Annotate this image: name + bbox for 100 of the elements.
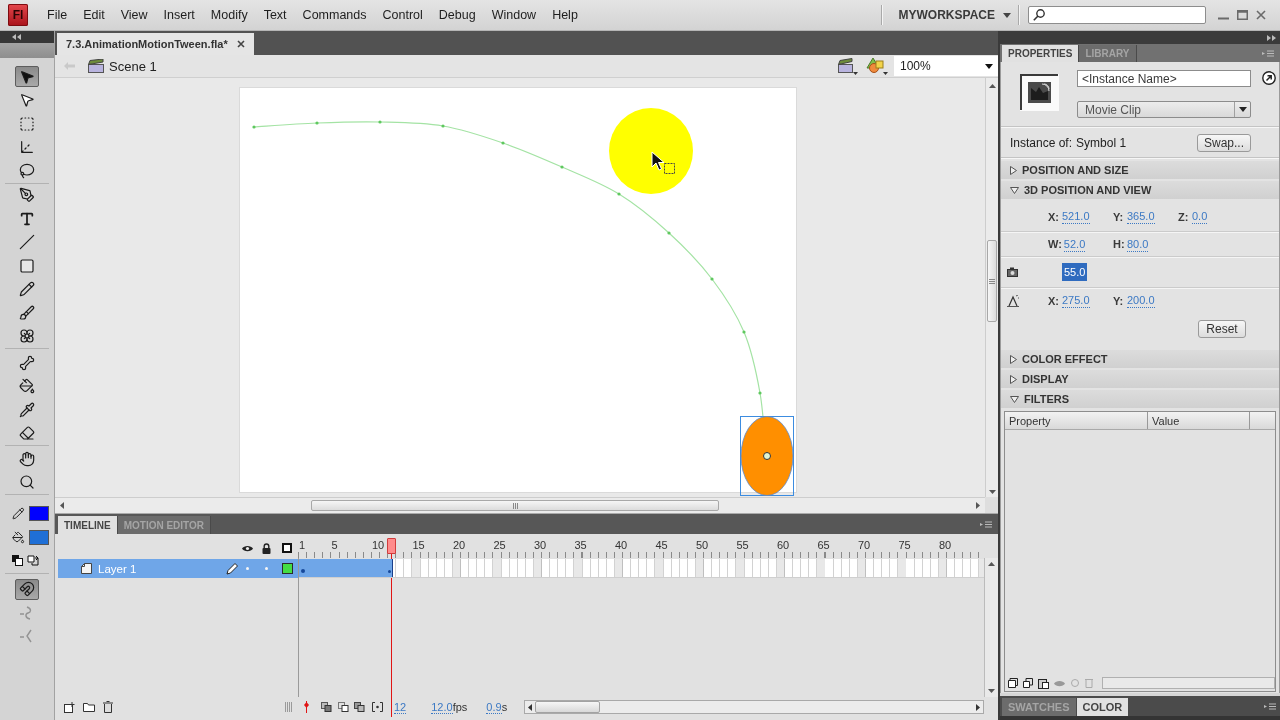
number-field[interactable]: 200.0 xyxy=(1127,293,1155,308)
cursor-icon xyxy=(651,151,677,175)
current-frame[interactable]: 12 xyxy=(394,700,407,714)
pages-icon[interactable] xyxy=(1023,678,1033,688)
triangle-left-icon xyxy=(60,502,64,509)
number-field[interactable]: 55.0 xyxy=(1062,263,1088,281)
panel-tab[interactable]: PROPERTIES xyxy=(1002,45,1080,62)
number-field[interactable]: 275.0 xyxy=(1062,293,1090,308)
column-header[interactable]: Property xyxy=(1005,412,1148,429)
tween-span[interactable] xyxy=(299,559,393,577)
clipboard-icon[interactable] xyxy=(1038,677,1049,689)
camera-icon xyxy=(1007,266,1018,278)
search-field[interactable] xyxy=(1028,6,1206,24)
number-field[interactable]: 0.0 xyxy=(1192,209,1208,224)
menu-item[interactable]: Text xyxy=(255,0,295,30)
menu-item[interactable]: Modify xyxy=(202,0,256,30)
frame-number: 65 xyxy=(817,539,830,551)
overlapping-squares-icon[interactable] xyxy=(12,555,23,567)
swap-icon[interactable] xyxy=(27,555,39,567)
number-field[interactable]: 80.0 xyxy=(1127,236,1149,252)
scrollbar-thumb[interactable] xyxy=(987,240,997,322)
horizontal-scrollbar[interactable] xyxy=(524,700,984,714)
coordinate-label: Z: xyxy=(1178,210,1190,223)
menu-item[interactable]: Insert xyxy=(155,0,203,30)
horizontal-scrollbar[interactable] xyxy=(1102,677,1275,689)
clapperboard-icon[interactable] xyxy=(838,57,858,75)
paint-bucket-icon xyxy=(12,530,25,544)
magnet-icon xyxy=(19,581,35,598)
picture-icon xyxy=(1020,74,1059,111)
shapes-icon[interactable] xyxy=(866,57,888,75)
panel-tab[interactable]: TIMELINE xyxy=(58,516,118,534)
workspace-switcher[interactable]: MYWORKSPACE xyxy=(882,0,1018,30)
dot-icon[interactable] xyxy=(246,567,249,570)
elapsed-time[interactable]: 0.9 xyxy=(486,700,502,714)
vertical-scrollbar[interactable] xyxy=(985,78,998,497)
stroke-color-swatch[interactable] xyxy=(28,506,49,522)
menu-item[interactable]: Commands xyxy=(294,0,375,30)
close-icon[interactable] xyxy=(1256,10,1266,20)
coordinate-label: Y: xyxy=(1113,294,1125,307)
pages-icon[interactable] xyxy=(1008,678,1018,688)
snap-option-button[interactable] xyxy=(15,578,39,600)
arrow-circle-icon[interactable] xyxy=(1262,71,1276,85)
menu-item[interactable]: File xyxy=(39,0,76,30)
lock-icon[interactable] xyxy=(262,542,271,554)
frame-number: 45 xyxy=(655,539,668,551)
document-tab[interactable]: 7.3.AnimationMotionTween.fla* xyxy=(57,33,254,55)
menu-item[interactable]: Edit xyxy=(75,0,113,30)
menu-item[interactable]: View xyxy=(112,0,156,30)
scrollbar-thumb[interactable] xyxy=(311,500,719,511)
playhead[interactable] xyxy=(386,538,396,554)
brush-icon xyxy=(19,304,35,321)
menu-item[interactable]: Window xyxy=(483,0,545,30)
symbol-type-dropdown[interactable]: Movie Clip xyxy=(1077,101,1251,118)
folder-icon[interactable] xyxy=(83,702,95,712)
overlapping-squares-icon[interactable] xyxy=(321,702,332,712)
scene-name: Scene 1 xyxy=(109,58,157,74)
section-header[interactable]: FILTERS xyxy=(1001,390,1279,408)
panel-tab[interactable]: COLOR xyxy=(1076,698,1130,716)
reset-button[interactable]: Reset xyxy=(1198,320,1246,338)
fill-color-swatch[interactable] xyxy=(28,529,49,545)
selection-tool-button[interactable] xyxy=(15,66,39,88)
frame-ruler[interactable]: 1 5 10 15 20 25 30 35 40 45 50 55 60 65 70 75 80 xyxy=(298,534,984,558)
expand-icon xyxy=(1267,34,1276,41)
dashed-square-icon xyxy=(19,115,35,132)
section-header[interactable]: DISPLAY xyxy=(1001,370,1279,388)
number-field[interactable]: 521.0 xyxy=(1062,209,1090,224)
dot-icon[interactable] xyxy=(265,567,268,570)
scrollbar-thumb[interactable] xyxy=(535,701,601,713)
outlined-squares-icon[interactable] xyxy=(338,702,349,712)
instance-name-field[interactable]: <Instance Name> xyxy=(1077,70,1251,87)
frame-number: 70 xyxy=(857,539,871,551)
maximize-icon[interactable] xyxy=(1237,10,1248,20)
text-icon xyxy=(19,210,35,227)
swap-button[interactable]: Swap... xyxy=(1197,133,1251,152)
trash-icon[interactable] xyxy=(103,701,113,713)
bracket-dot-icon[interactable] xyxy=(372,702,383,712)
outline-square-icon[interactable] xyxy=(282,543,292,553)
section-header[interactable]: COLOR EFFECT xyxy=(1001,350,1279,368)
section-header[interactable]: POSITION AND SIZE xyxy=(1001,161,1279,179)
frame-rate[interactable]: 12.0 xyxy=(431,700,453,714)
vertical-scrollbar[interactable] xyxy=(984,558,998,697)
frame-cells[interactable] xyxy=(299,559,984,578)
horizontal-scrollbar[interactable] xyxy=(55,497,985,513)
coordinate-label: H: xyxy=(1113,238,1125,250)
number-field[interactable]: 52.0 xyxy=(1063,236,1086,252)
square-plus-icon[interactable] xyxy=(64,701,75,713)
number-field[interactable]: 365.0 xyxy=(1127,209,1155,224)
menu-item[interactable]: Help xyxy=(544,0,586,30)
section-header[interactable]: 3D POSITION AND VIEW xyxy=(1001,181,1279,199)
diamond-marker-icon[interactable] xyxy=(303,701,310,713)
menu-item[interactable]: Debug xyxy=(430,0,484,30)
zoom-dropdown[interactable]: 100% xyxy=(894,56,998,76)
outline-swatch-icon[interactable] xyxy=(281,563,293,574)
eye-icon[interactable] xyxy=(242,544,253,552)
column-header[interactable]: Value xyxy=(1148,412,1250,429)
menu-item[interactable]: Control xyxy=(374,0,431,30)
stacked-squares-icon[interactable] xyxy=(354,702,365,712)
triangle-down-icon xyxy=(1010,186,1019,194)
angle-icon xyxy=(20,629,34,644)
coordinate-label: Y: xyxy=(1113,210,1125,223)
